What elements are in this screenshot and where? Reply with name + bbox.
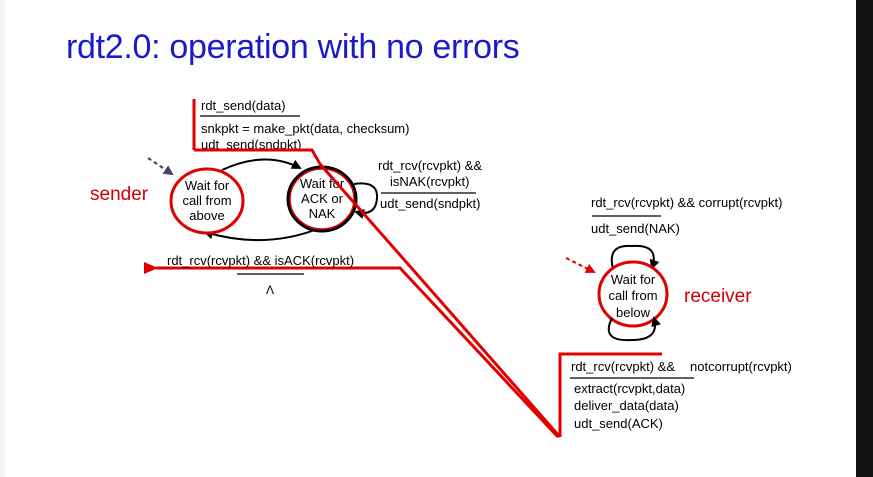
state-wait-call-line2: call from	[182, 193, 231, 208]
init-event-label: rdt_send(data)	[201, 98, 286, 113]
receiver-role-label: receiver	[684, 286, 752, 307]
nak-action: udt_send(sndpkt)	[380, 196, 480, 211]
ack-action-lambda: Λ	[266, 283, 274, 297]
transition-call-to-ack	[221, 158, 302, 171]
notcorrupt-event-part2: notcorrupt(rcvpkt)	[690, 359, 792, 374]
sender-role-label: sender	[90, 184, 149, 205]
state-wait-below-line3: below	[616, 305, 651, 320]
ack-event-label: rdt_rcv(rcvpkt) && isACK(rcvpkt)	[167, 253, 354, 268]
state-wait-ack-line2: ACK or	[301, 191, 344, 206]
notcorrupt-action-3: udt_send(ACK)	[574, 416, 663, 431]
notcorrupt-event-part1: rdt_rcv(rcvpkt) &&	[571, 359, 675, 374]
send-path-top	[194, 148, 322, 165]
state-wait-below-line2: call from	[608, 288, 657, 303]
ack-return-path	[144, 262, 560, 439]
state-wait-ack-line3: NAK	[309, 206, 336, 221]
corrupt-action-label: udt_send(NAK)	[591, 221, 680, 236]
sender-initial-state-arrow	[147, 157, 174, 176]
init-action-1: snkpkt = make_pkt(data, checksum)	[201, 121, 409, 136]
fsm-diagram: rdt_send(data) snkpkt = make_pkt(data, c…	[90, 98, 792, 439]
nak-event-line1: rdt_rcv(rcvpkt) &&	[378, 158, 482, 173]
notcorrupt-action-1: extract(rcvpkt,data)	[574, 381, 685, 396]
state-wait-call-line3: above	[189, 208, 224, 223]
state-wait-below-line1: Wait for	[611, 272, 656, 287]
nak-event-line2: isNAK(rcvpkt)	[390, 174, 469, 189]
receiver-initial-state-arrow	[565, 257, 596, 273]
notcorrupt-action-2: deliver_data(data)	[574, 398, 679, 413]
state-wait-call-line1: Wait for	[185, 178, 230, 193]
corrupt-event-label: rdt_rcv(rcvpkt) && corrupt(rcvpkt)	[591, 195, 782, 210]
